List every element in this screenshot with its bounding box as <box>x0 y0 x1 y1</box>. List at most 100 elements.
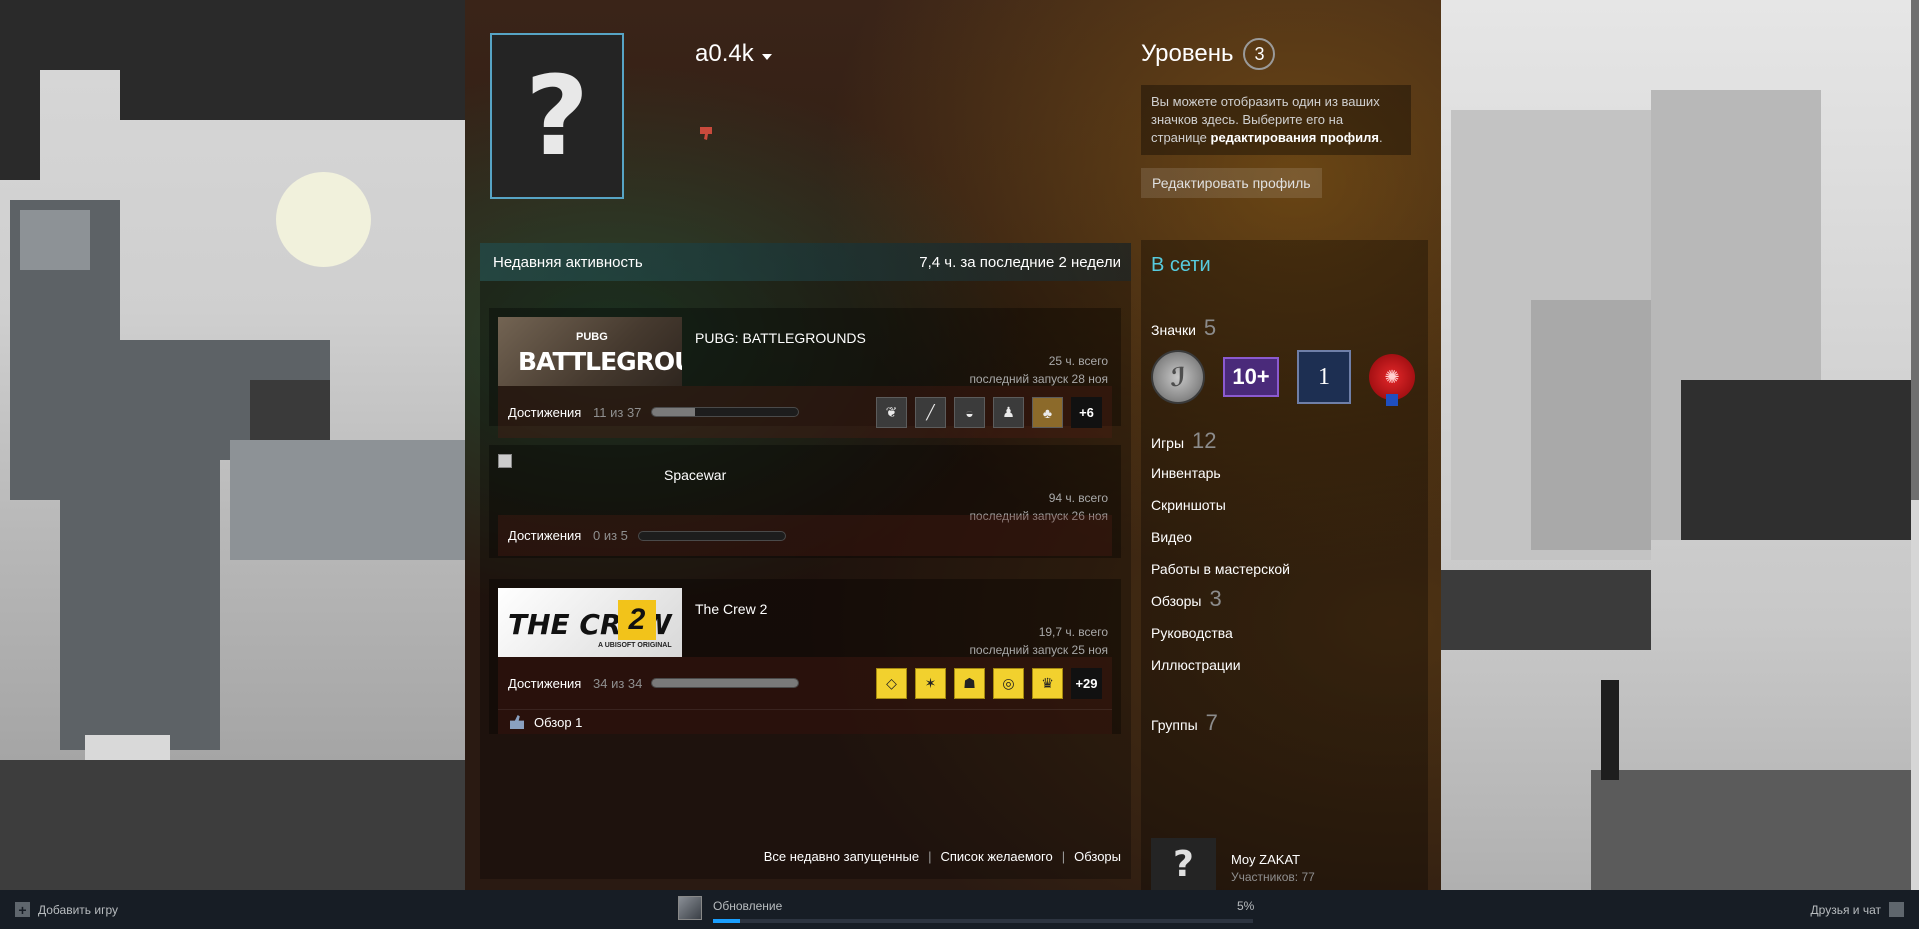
add-game-button[interactable]: + Добавить игру <box>15 902 118 917</box>
hours-total: 25 ч. всего <box>1048 354 1108 368</box>
sun-decoration <box>276 172 371 267</box>
sidebar-item-reviews[interactable]: Обзоры 3 <box>1151 586 1222 612</box>
game-card-pubg: PUBG BATTLEGROUNDS PUBG: BATTLEGROUNDS 2… <box>489 308 1121 438</box>
sidebar-item-games[interactable]: Игры 12 <box>1151 428 1217 454</box>
sidebar-item-screenshots[interactable]: Скриншоты <box>1151 497 1226 513</box>
game-capsule-the-crew-2[interactable]: THE CREW 2 A UBISOFT ORIGINAL <box>498 588 682 657</box>
achievement-icons: ◇ ✶ ☗ ◎ ♛ +29 <box>876 668 1102 699</box>
sidebar-item-inventory[interactable]: Инвентарь <box>1151 465 1221 481</box>
persona-name: a0.4k <box>695 40 754 67</box>
badge-level-one-icon[interactable]: 1 <box>1297 350 1351 404</box>
figure-silhouette <box>1601 680 1619 780</box>
page-scrollbar-thumb[interactable] <box>1911 0 1919 500</box>
recent-activity-header: Недавняя активность 7,4 ч. за последние … <box>480 243 1131 281</box>
update-progress-fill <box>713 919 740 923</box>
achievements-row[interactable]: Достижения 34 из 34 ◇ ✶ ☗ ◎ ♛ +29 <box>498 657 1112 709</box>
update-progress-bar <box>713 919 1253 923</box>
ruin-building <box>60 450 220 750</box>
achievement-badge-icon[interactable]: ✶ <box>915 668 946 699</box>
achievements-label: Достижения <box>508 528 582 543</box>
achievements-count: 34 из 34 <box>593 675 643 691</box>
sidebar-item-badges[interactable]: Значки 5 <box>1151 315 1216 341</box>
game-name[interactable]: PUBG: BATTLEGROUNDS <box>695 330 866 346</box>
ruin-building <box>230 440 465 560</box>
badge-years-icon[interactable]: 10+ <box>1223 357 1279 397</box>
game-name[interactable]: Spacewar <box>664 467 726 483</box>
achievement-soldier-icon[interactable]: ♟ <box>993 397 1024 428</box>
friends-chat-button[interactable]: Друзья и чат <box>1811 902 1904 917</box>
more-achievements-button[interactable]: +6 <box>1071 397 1102 428</box>
update-game-icon[interactable] <box>678 896 702 920</box>
sidebar-item-guides[interactable]: Руководства <box>1151 625 1233 641</box>
achievement-cup-icon[interactable]: ♛ <box>1032 668 1063 699</box>
game-capsule-pubg[interactable]: PUBG BATTLEGROUNDS <box>498 317 682 386</box>
achievements-row[interactable]: Достижения 0 из 5 <box>498 515 1112 556</box>
wishlist-link[interactable]: Список желаемого <box>940 849 1052 864</box>
badge-seal-icon[interactable]: ✺ <box>1369 354 1415 406</box>
achievement-wings-icon[interactable]: ❦ <box>876 397 907 428</box>
game-name[interactable]: The Crew 2 <box>695 601 767 617</box>
ground-foliage <box>0 760 465 890</box>
avatar-placeholder-glyph: ? <box>525 52 589 180</box>
edit-profile-button[interactable]: Редактировать профиль <box>1141 168 1322 198</box>
update-percent: 5% <box>1237 899 1255 913</box>
tree-canopy <box>1681 380 1919 540</box>
steam-bottom-bar: + Добавить игру Обновление 5% Друзья и ч… <box>0 890 1919 929</box>
reviews-link[interactable]: Обзоры <box>1074 849 1121 864</box>
sidebar-item-label: Обзоры <box>1151 593 1202 609</box>
group-members: Участников: 77 <box>1231 870 1315 884</box>
profile-avatar[interactable]: ? <box>490 33 624 199</box>
ruin-building <box>1531 300 1651 550</box>
capsule-logo-number: 2 <box>618 600 656 640</box>
recent-activity-panel: Недавняя активность 7,4 ч. за последние … <box>480 243 1131 879</box>
link-separator: | <box>928 849 932 864</box>
achievements-count: 0 из 5 <box>593 528 628 543</box>
ruin-building <box>20 210 90 270</box>
update-label[interactable]: Обновление <box>713 899 782 913</box>
achievement-rifle-icon[interactable]: ╱ <box>915 397 946 428</box>
sidebar-item-workshop[interactable]: Работы в мастерской <box>1151 561 1290 577</box>
online-status: В сети <box>1151 254 1211 276</box>
more-achievements-button[interactable]: +29 <box>1071 668 1102 699</box>
achievements-progress-bar <box>651 678 799 688</box>
achievement-diamond-icon[interactable]: ◇ <box>876 668 907 699</box>
recent-activity-title[interactable]: Недавняя активность <box>493 254 643 271</box>
sidebar-item-label: Игры <box>1151 435 1185 451</box>
achievement-glasses-icon[interactable]: ◎ <box>993 668 1024 699</box>
background-left-scene <box>0 0 465 890</box>
tree-canopy <box>0 60 40 180</box>
badge-coin-icon[interactable]: ℐ <box>1151 350 1205 404</box>
sidebar-item-artwork[interactable]: Иллюстрации <box>1151 657 1241 673</box>
edit-profile-link[interactable]: редактирования профиля <box>1211 130 1379 145</box>
all-recent-link[interactable]: Все недавно запущенные <box>764 849 919 864</box>
sidebar-item-groups[interactable]: Группы 7 <box>1151 710 1218 736</box>
achievement-bag-icon[interactable]: ♣ <box>1032 397 1063 428</box>
achievements-progress-fill <box>652 408 696 416</box>
achievements-row[interactable]: Достижения 11 из 37 ❦ ╱ ◒ ♟ ♣ +6 <box>498 386 1112 438</box>
thumbs-down-flag-icon[interactable] <box>698 124 716 142</box>
badge-showcase: ℐ 10+ 1 ✺ <box>1151 350 1415 406</box>
sidebar-item-videos[interactable]: Видео <box>1151 529 1192 545</box>
friends-icon <box>1889 902 1904 917</box>
broken-image-icon[interactable] <box>498 454 512 468</box>
achievement-ghost-icon[interactable]: ☗ <box>954 668 985 699</box>
ground-rocks <box>1591 770 1919 890</box>
game-card-spacewar: Spacewar 94 ч. всего последний запуск 26… <box>489 445 1121 558</box>
badge-tip-punct: . <box>1378 130 1383 145</box>
friends-chat-label: Друзья и чат <box>1810 902 1881 917</box>
achievement-icons: ❦ ╱ ◒ ♟ ♣ +6 <box>876 397 1102 428</box>
game-hours: 19,7 ч. всего последний запуск 25 ноя <box>969 623 1108 659</box>
sidebar-item-count: 7 <box>1205 710 1218 735</box>
sidebar-item-count: 3 <box>1209 586 1222 611</box>
level-badge: 3 <box>1243 38 1276 70</box>
group-name[interactable]: Moy ZAKAT <box>1231 852 1300 867</box>
achievements-label: Достижения <box>508 404 582 420</box>
achievements-count: 11 из 37 <box>593 404 642 420</box>
persona-name-dropdown[interactable]: a0.4k <box>695 40 772 68</box>
thumbs-up-icon <box>510 715 524 729</box>
review-label: Обзор 1 <box>534 714 583 730</box>
group-avatar[interactable]: ? <box>1151 838 1216 890</box>
game-review-row[interactable]: Обзор 1 <box>498 709 1112 734</box>
sidebar-item-label: Значки <box>1151 322 1196 338</box>
achievement-helmet-icon[interactable]: ◒ <box>954 397 985 428</box>
